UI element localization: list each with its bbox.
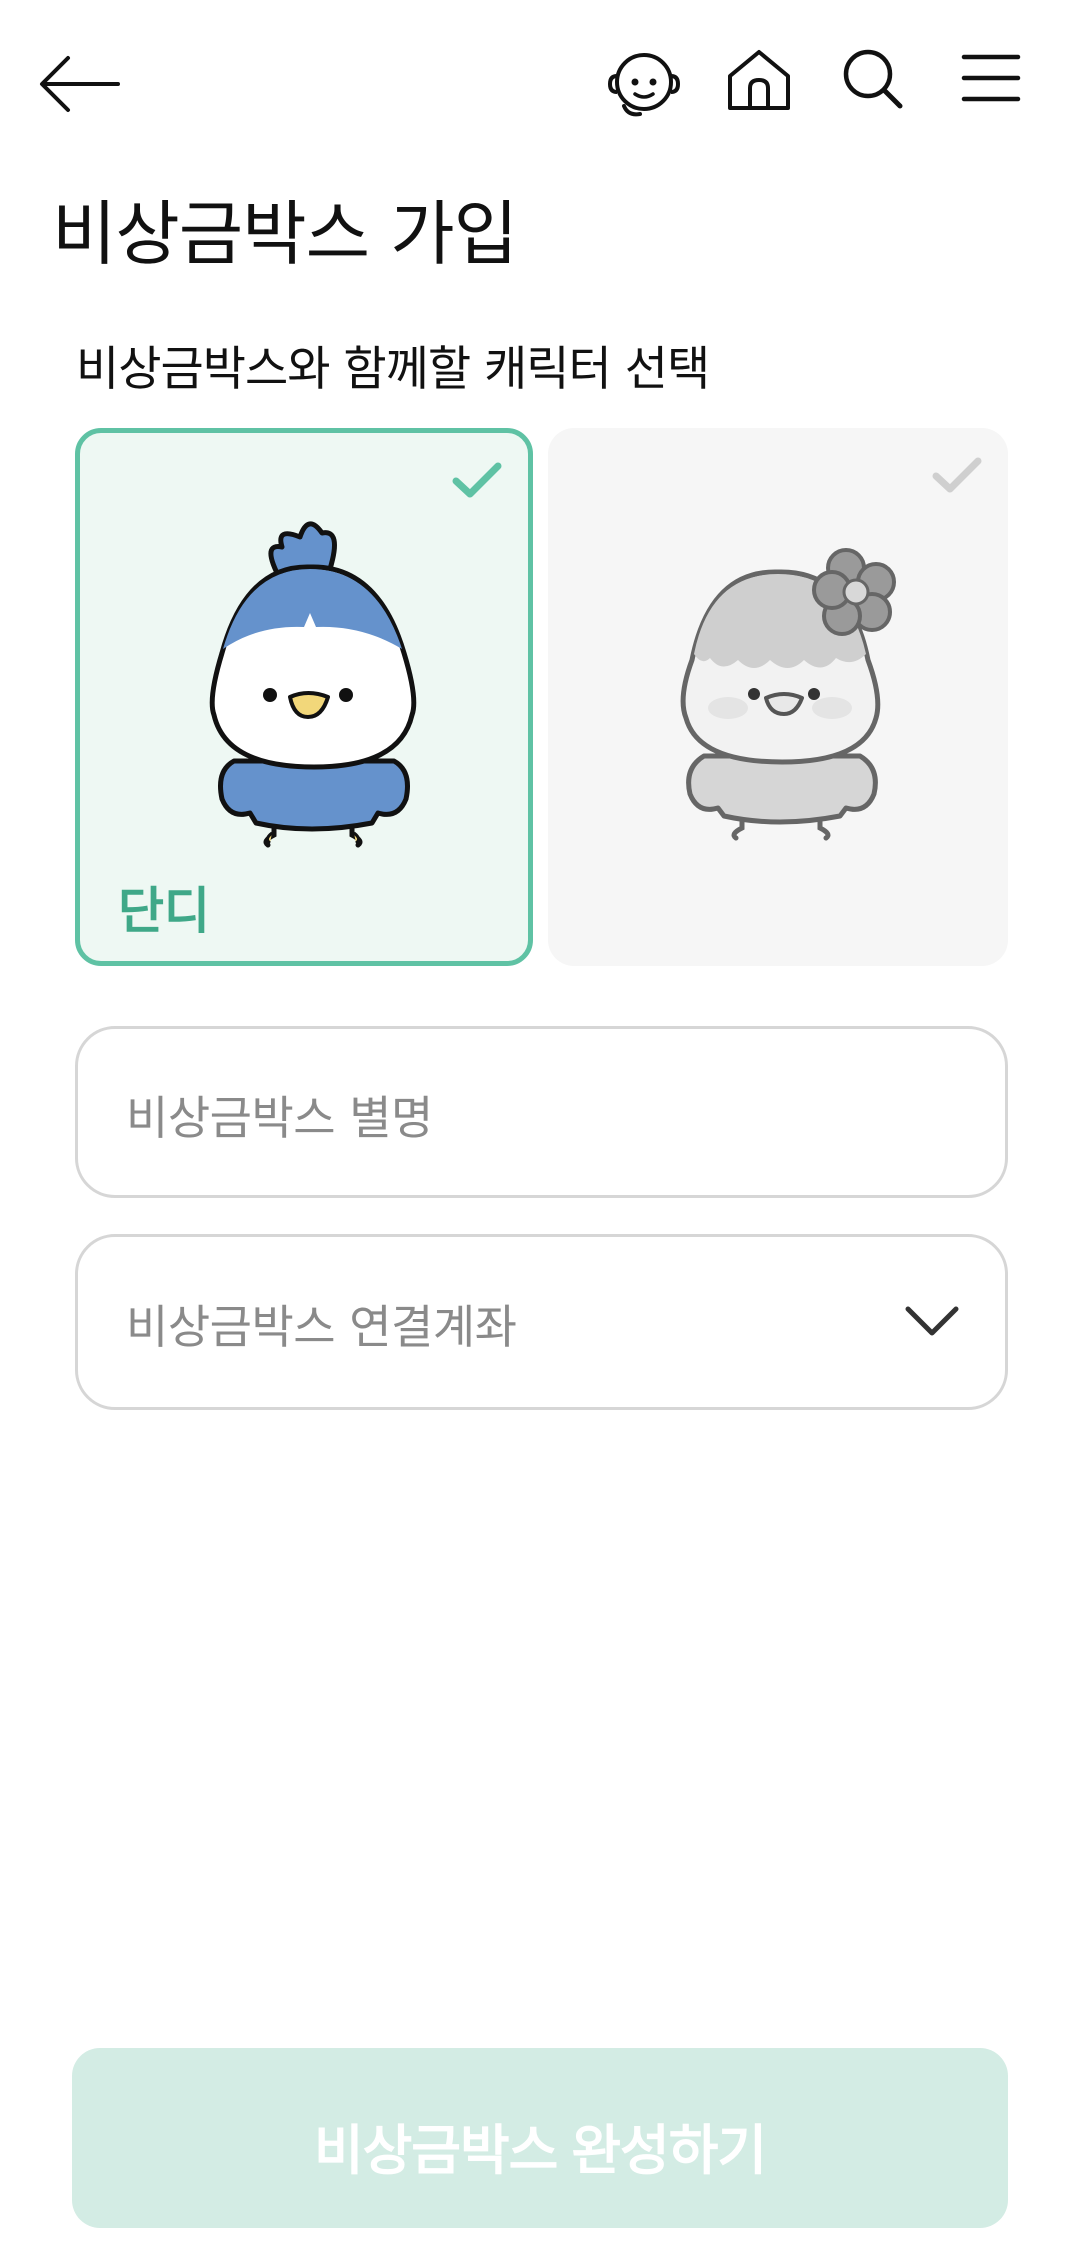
- character-card-unselected[interactable]: [548, 428, 1008, 966]
- linked-account-select[interactable]: 비상금박스 연결계좌: [75, 1234, 1008, 1410]
- arrow-left-icon[interactable]: [38, 52, 124, 116]
- nickname-input[interactable]: 비상금박스 별명: [75, 1026, 1008, 1198]
- blue-bird-character-illustration: [209, 521, 417, 848]
- character-card-dandi[interactable]: 단디: [75, 428, 533, 966]
- home-icon[interactable]: [724, 46, 794, 112]
- hamburger-menu-icon[interactable]: [960, 52, 1022, 104]
- search-icon[interactable]: [840, 46, 906, 112]
- page-title: 비상금박스 가입: [52, 193, 518, 275]
- complete-button-label: 비상금박스 완성하기: [313, 2121, 767, 2181]
- chevron-down-icon: [905, 1306, 959, 1336]
- gray-bird-character-illustration: [680, 548, 896, 841]
- section-label: 비상금박스와 함께할 캐릭터 선택: [76, 342, 710, 397]
- character-name: 단디: [118, 882, 210, 940]
- complete-button[interactable]: 비상금박스 완성하기: [72, 2048, 1008, 2228]
- nickname-placeholder: 비상금박스 별명: [126, 1091, 433, 1145]
- chatbot-icon[interactable]: [604, 44, 684, 122]
- linked-account-placeholder: 비상금박스 연결계좌: [126, 1300, 517, 1354]
- check-icon: [452, 462, 502, 498]
- check-icon: [932, 457, 982, 493]
